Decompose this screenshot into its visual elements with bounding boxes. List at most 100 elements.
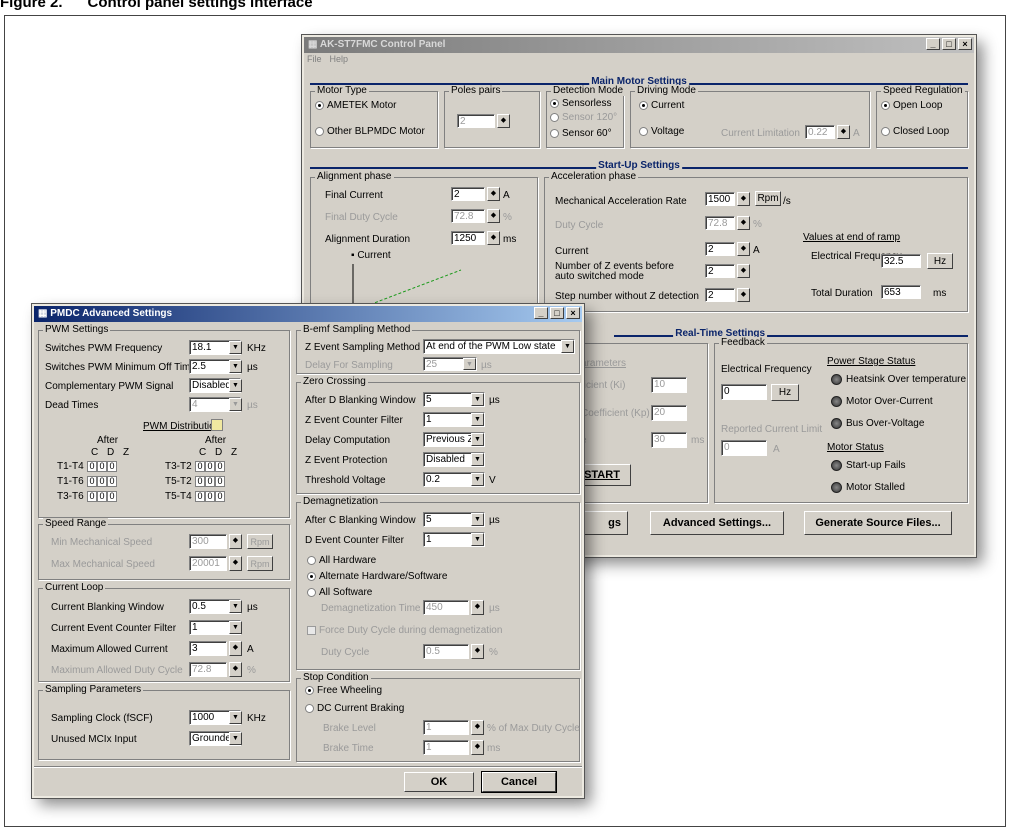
poles-spinner[interactable]: ◆ bbox=[497, 114, 510, 128]
step-number-spinner[interactable]: ◆ bbox=[737, 288, 750, 302]
menu-file[interactable]: File bbox=[307, 54, 322, 64]
radio-ametek-motor[interactable]: AMETEK Motor bbox=[315, 100, 396, 111]
accel-current-input[interactable]: 2 bbox=[705, 242, 735, 256]
final-current-spinner[interactable]: ◆ bbox=[487, 187, 500, 201]
brake-level-spinner[interactable]: ◆ bbox=[471, 720, 484, 735]
chevron-down-icon[interactable]: ▼ bbox=[471, 473, 484, 486]
chevron-down-icon[interactable]: ▼ bbox=[471, 413, 484, 426]
rpm-unit-button[interactable]: Rpm bbox=[755, 191, 781, 206]
min-speed-input[interactable]: 300 bbox=[189, 534, 227, 549]
chevron-down-icon[interactable]: ▼ bbox=[229, 398, 242, 411]
chevron-down-icon[interactable]: ▼ bbox=[229, 600, 242, 613]
radio-free-wheeling[interactable]: Free Wheeling bbox=[305, 685, 382, 696]
close-button[interactable]: × bbox=[958, 38, 972, 50]
radio-current[interactable]: Current bbox=[639, 100, 684, 111]
z-events-input[interactable]: 2 bbox=[705, 264, 735, 278]
chevron-down-icon[interactable]: ▼ bbox=[229, 621, 242, 634]
max-duty-spinner[interactable]: ◆ bbox=[229, 662, 242, 677]
radio-alt-hw-sw[interactable]: Alternate Hardware/Software bbox=[307, 571, 447, 582]
feedback-hz-button[interactable]: Hz bbox=[771, 384, 799, 401]
chevron-down-icon[interactable]: ▼ bbox=[561, 340, 574, 353]
chevron-down-icon[interactable]: ▼ bbox=[229, 379, 242, 392]
alignment-duration-spinner[interactable]: ◆ bbox=[487, 231, 500, 245]
demag-duty-spinner[interactable]: ◆ bbox=[471, 644, 484, 659]
maximize-button[interactable]: □ bbox=[550, 307, 564, 319]
ok-button[interactable]: OK bbox=[404, 772, 474, 792]
alignment-duration-input[interactable]: 1250 bbox=[451, 231, 485, 245]
kp-input[interactable]: 20 bbox=[651, 405, 687, 421]
complementary-pwm-label: Complementary PWM Signal bbox=[45, 381, 174, 392]
max-speed-rpm-button[interactable]: Rpm bbox=[247, 556, 273, 571]
chevron-down-icon[interactable]: ▼ bbox=[471, 453, 484, 466]
z-events-spinner[interactable]: ◆ bbox=[737, 264, 750, 278]
final-current-input[interactable]: 2 bbox=[451, 187, 485, 201]
sampling-parameters-group: Sampling Parameters Sampling Clock (fSCF… bbox=[38, 684, 290, 760]
chevron-down-icon[interactable]: ▼ bbox=[463, 358, 476, 370]
demag-time-input[interactable]: 450 bbox=[423, 600, 469, 615]
driving-mode-group: Driving Mode Current Voltage Current Lim… bbox=[630, 85, 870, 148]
step-number-input[interactable]: 2 bbox=[705, 288, 735, 302]
radio-all-hardware[interactable]: All Hardware bbox=[307, 555, 376, 566]
cancel-button[interactable]: Cancel bbox=[481, 771, 557, 793]
speed-range-group: Speed Range Min Mechanical Speed 300 ◆ Rpm… bbox=[38, 518, 290, 580]
status-led-icon bbox=[831, 482, 842, 493]
radio-sensor-120[interactable]: Sensor 120° bbox=[550, 112, 617, 123]
minimize-button[interactable]: _ bbox=[926, 38, 940, 50]
duty-cycle-spinner[interactable]: ◆ bbox=[737, 216, 750, 230]
radio-voltage[interactable]: Voltage bbox=[639, 126, 684, 137]
demag-time-spinner[interactable]: ◆ bbox=[471, 600, 484, 615]
chevron-down-icon[interactable]: ▼ bbox=[471, 433, 484, 446]
status-led-icon bbox=[831, 460, 842, 471]
menu-help[interactable]: Help bbox=[330, 54, 349, 64]
radio-dc-current-braking[interactable]: DC Current Braking bbox=[305, 703, 404, 714]
ki-input[interactable]: 10 bbox=[651, 377, 687, 393]
maximize-button[interactable]: □ bbox=[942, 38, 956, 50]
current-limitation-spinner[interactable]: ◆ bbox=[837, 125, 850, 139]
poles-pairs-input[interactable]: 2 bbox=[457, 114, 495, 128]
radio-all-software[interactable]: All Software bbox=[307, 587, 372, 598]
max-current-spinner[interactable]: ◆ bbox=[229, 641, 242, 656]
mech-accel-rate-input[interactable]: 1500 bbox=[705, 192, 735, 206]
after-c-blanking-unit: µs bbox=[489, 515, 500, 526]
radio-other-blpmdc[interactable]: Other BLPMDC Motor bbox=[315, 126, 425, 137]
brake-time-spinner[interactable]: ◆ bbox=[471, 740, 484, 755]
mech-accel-rate-spinner[interactable]: ◆ bbox=[737, 192, 750, 206]
force-duty-checkbox[interactable]: Force Duty Cycle during demagnetization bbox=[307, 625, 502, 636]
chevron-down-icon[interactable]: ▼ bbox=[229, 341, 242, 354]
duty-cycle-unit: % bbox=[753, 219, 762, 230]
min-speed-spinner[interactable]: ◆ bbox=[229, 534, 242, 549]
final-duty-input[interactable]: 72.8 bbox=[451, 209, 485, 223]
brake-time-input[interactable]: 1 bbox=[423, 740, 469, 755]
max-speed-spinner[interactable]: ◆ bbox=[229, 556, 242, 571]
chevron-down-icon[interactable]: ▼ bbox=[229, 711, 242, 724]
duty-cycle-input[interactable]: 72.8 bbox=[705, 216, 735, 230]
max-current-input[interactable]: 3 bbox=[189, 641, 227, 656]
advanced-settings-button[interactable]: Advanced Settings... bbox=[650, 511, 784, 535]
min-speed-rpm-button[interactable]: Rpm bbox=[247, 534, 273, 549]
radio-open-loop[interactable]: Open Loop bbox=[881, 100, 943, 111]
close-button[interactable]: × bbox=[566, 307, 580, 319]
delay-sampling-label: Delay For Sampling bbox=[305, 360, 393, 371]
chevron-down-icon[interactable]: ▼ bbox=[229, 360, 242, 373]
max-speed-input[interactable]: 20001 bbox=[189, 556, 227, 571]
chevron-down-icon[interactable]: ▼ bbox=[471, 393, 484, 406]
chevron-down-icon[interactable]: ▼ bbox=[229, 732, 242, 745]
radio-sensor-60[interactable]: Sensor 60° bbox=[550, 128, 612, 139]
demag-duty-input[interactable]: 0.5 bbox=[423, 644, 469, 659]
sampling-input[interactable]: 30 bbox=[651, 432, 687, 448]
radio-sensorless[interactable]: Sensorless bbox=[550, 98, 611, 109]
generate-source-files-button[interactable]: Generate Source Files... bbox=[804, 511, 952, 535]
current-limitation-input[interactable]: 0.22 bbox=[805, 125, 835, 139]
electrical-freq-input[interactable]: 0 bbox=[721, 384, 767, 400]
final-duty-spinner[interactable]: ◆ bbox=[487, 209, 500, 223]
hz-unit-button[interactable]: Hz bbox=[927, 253, 953, 269]
brake-level-unit: % of Max Duty Cycle bbox=[487, 723, 580, 734]
z-sampling-method-select[interactable]: At end of the PWM Low state bbox=[423, 339, 575, 354]
max-duty-input[interactable]: 72.8 bbox=[189, 662, 227, 677]
chevron-down-icon[interactable]: ▼ bbox=[471, 513, 484, 526]
accel-current-spinner[interactable]: ◆ bbox=[737, 242, 750, 256]
radio-closed-loop[interactable]: Closed Loop bbox=[881, 126, 949, 137]
minimize-button[interactable]: _ bbox=[534, 307, 548, 319]
brake-level-input[interactable]: 1 bbox=[423, 720, 469, 735]
chevron-down-icon[interactable]: ▼ bbox=[471, 533, 484, 546]
